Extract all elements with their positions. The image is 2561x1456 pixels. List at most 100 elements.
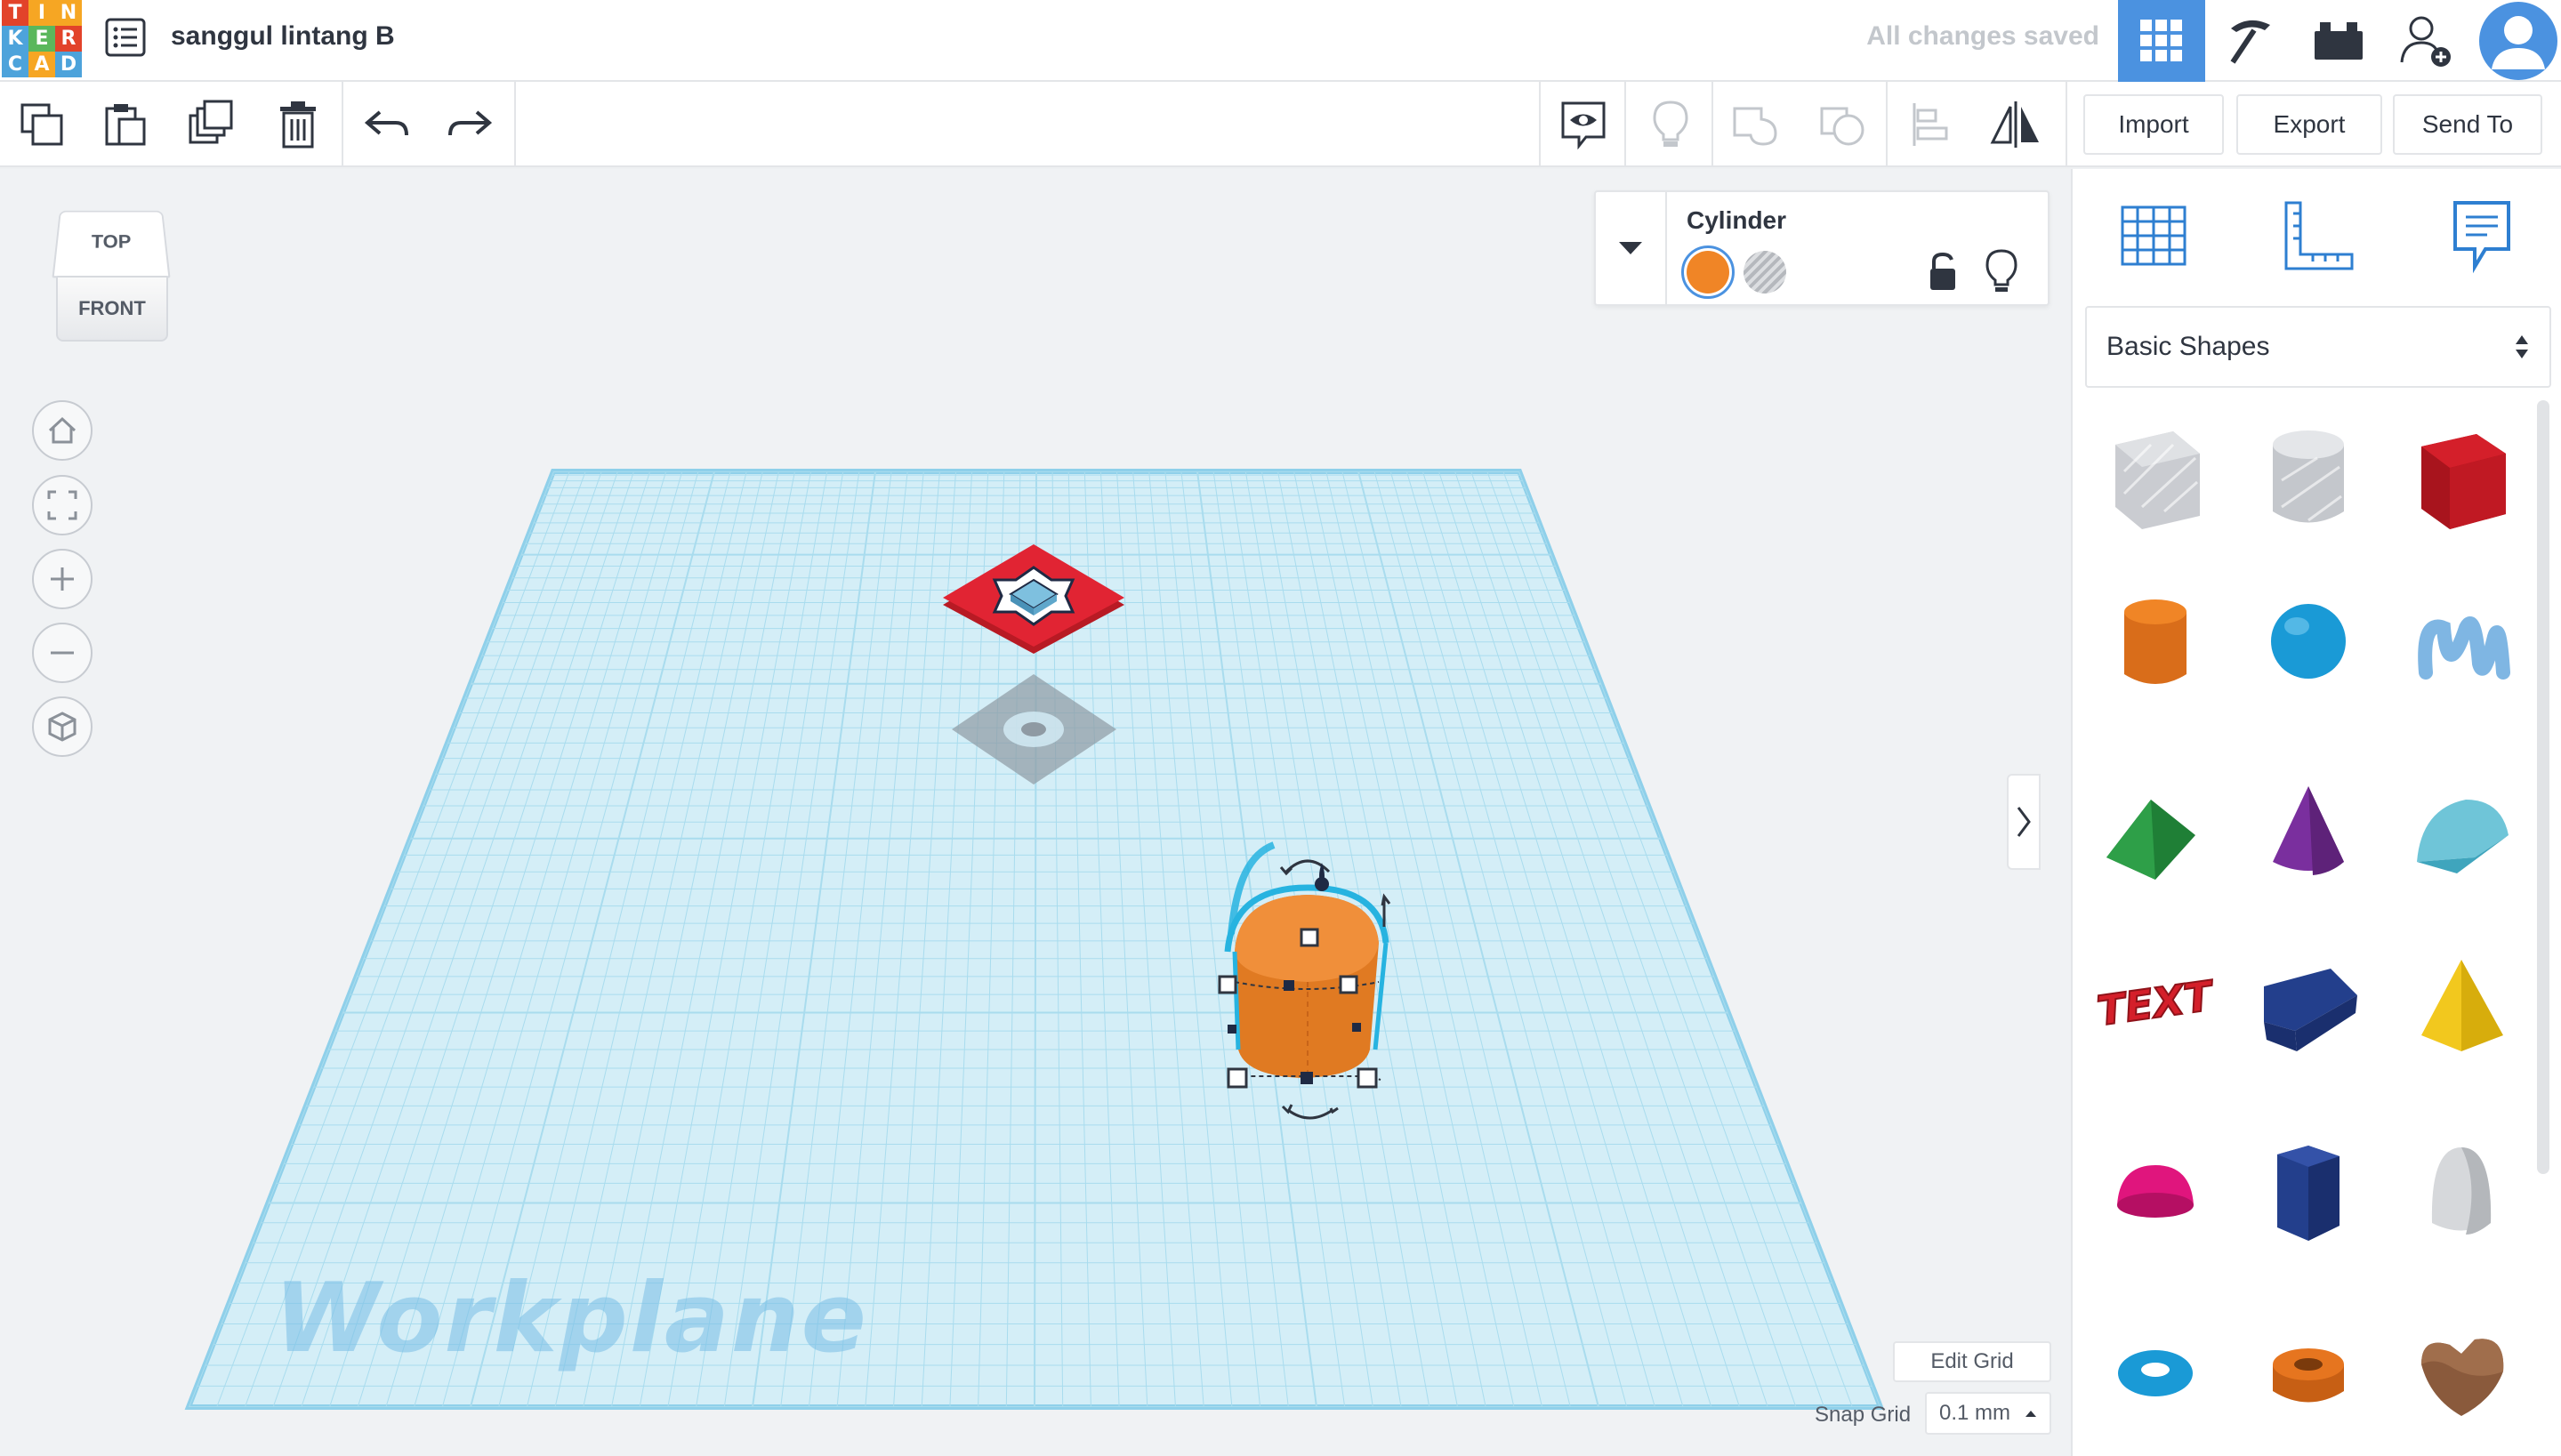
duplicate-icon[interactable] — [183, 96, 240, 153]
shape-tile-half-sphere[interactable] — [2089, 1121, 2222, 1254]
edit-toolbar: Import Export Send To — [0, 82, 2561, 167]
user-avatar[interactable] — [2476, 0, 2561, 82]
notes-tab[interactable] — [2433, 187, 2531, 285]
zoom-in-icon — [51, 567, 74, 591]
shape-preview-icon — [2273, 1348, 2344, 1403]
inspector-collapse-button[interactable] — [1596, 192, 1667, 304]
home-icon — [48, 416, 77, 444]
chevron-down-icon — [1619, 242, 1642, 254]
solid-color-fill — [1687, 251, 1729, 294]
notes-eye-icon[interactable] — [1555, 96, 1612, 153]
view-cube[interactable]: TOP FRONT — [49, 206, 173, 349]
shape-tile-cylinder[interactable] — [2089, 575, 2222, 708]
avatar-icon — [2479, 2, 2557, 80]
shape-library-label: Basic Shapes — [2106, 332, 2270, 361]
shape-preview-icon — [2421, 1339, 2504, 1416]
hole-swatch[interactable] — [1744, 251, 1786, 294]
shape-tile-text[interactable]: TEXT — [2089, 937, 2222, 1071]
logo-letter: T — [2, 0, 28, 26]
document-title[interactable]: sanggul lintang B — [171, 21, 395, 52]
ruler-tab[interactable] — [2270, 187, 2368, 285]
snap-grid-value: 0.1 mm — [1939, 1401, 2011, 1425]
view-cube-front[interactable]: FRONT — [56, 276, 168, 342]
zoom-out-button[interactable] — [32, 623, 93, 683]
bricks-button[interactable] — [2295, 0, 2382, 82]
shape-tile-roof[interactable] — [2089, 760, 2222, 893]
snap-grid-label: Snap Grid — [1815, 1403, 1912, 1427]
shape-library-select[interactable]: Basic Shapes — [2085, 306, 2551, 388]
save-status: All changes saved — [1866, 21, 2099, 51]
blocks-button[interactable] — [2207, 0, 2294, 82]
tinkercad-logo[interactable]: TIN KER CAD — [2, 0, 82, 78]
shape-tile-torus[interactable] — [2089, 1302, 2222, 1436]
svg-text:TEXT: TEXT — [2094, 971, 2218, 1035]
panel-collapse-handle[interactable] — [2007, 774, 2041, 870]
grid-icon — [2140, 20, 2182, 61]
visibility-bulb-icon[interactable] — [1984, 247, 2019, 295]
snap-grid-select[interactable]: 0.1 mm — [1925, 1392, 2051, 1435]
shape-tile-sphere[interactable] — [2242, 575, 2375, 708]
undo-icon[interactable] — [358, 96, 415, 153]
3d-design-button[interactable] — [2118, 0, 2205, 82]
pickaxe-icon — [2230, 20, 2270, 64]
shape-tile-scribble[interactable] — [2395, 575, 2528, 708]
logo-letter: C — [2, 52, 28, 77]
shape-tile-round-roof[interactable] — [2395, 760, 2528, 893]
shape-preview-icon — [2421, 960, 2503, 1051]
shape-tile-box-hole[interactable] — [2089, 409, 2222, 543]
mirror-icon[interactable] — [1987, 96, 2044, 153]
zoom-in-button[interactable] — [32, 549, 93, 609]
workplane-tab[interactable] — [2105, 187, 2203, 285]
delete-icon[interactable] — [270, 96, 326, 153]
brick-icon — [2315, 22, 2363, 60]
3d-viewport[interactable]: Workplane TOP FRONT Cylinder Edit Grid S… — [0, 169, 2071, 1456]
shape-tile-cylinder-hole[interactable] — [2242, 409, 2375, 543]
fit-view-button[interactable] — [32, 475, 93, 535]
shape-tile-wedge[interactable] — [2242, 937, 2375, 1071]
home-view-button[interactable] — [32, 400, 93, 461]
shape-tile-cone[interactable] — [2242, 760, 2375, 893]
logo-letter: A — [28, 52, 55, 77]
caret-up-icon — [2025, 1411, 2036, 1417]
group-icon[interactable] — [1727, 96, 1784, 153]
bulb-icon[interactable] — [1642, 96, 1699, 153]
logo-letter: E — [28, 26, 55, 52]
invite-user-button[interactable] — [2383, 0, 2470, 82]
paste-icon[interactable] — [96, 96, 153, 153]
design-list-icon[interactable] — [105, 18, 146, 57]
export-button[interactable]: Export — [2236, 94, 2382, 155]
view-cube-top[interactable]: TOP — [52, 210, 171, 278]
ungroup-icon[interactable] — [1815, 96, 1872, 153]
shape-preview-icon — [2106, 800, 2195, 880]
shape-tile-heart[interactable] — [2395, 1302, 2528, 1436]
logo-letter: N — [55, 0, 82, 26]
solid-color-swatch[interactable] — [1681, 245, 1735, 299]
edit-grid-button[interactable]: Edit Grid — [1893, 1341, 2051, 1382]
logo-letter: R — [55, 26, 82, 52]
logo-letter: I — [28, 0, 55, 26]
shape-preview-icon — [2117, 1165, 2194, 1218]
shape-tile-box[interactable] — [2395, 409, 2528, 543]
workplane-label: Workplane — [274, 1263, 868, 1374]
align-icon[interactable] — [1902, 96, 1959, 153]
shape-preview-icon — [2118, 1350, 2193, 1396]
send-to-button[interactable]: Send To — [2393, 94, 2542, 155]
shape-tile-polygon[interactable] — [2242, 1121, 2375, 1254]
lock-icon[interactable] — [1925, 251, 1961, 294]
redo-icon[interactable] — [441, 96, 498, 153]
top-bar: TIN KER CAD sanggul lintang B All changes … — [0, 0, 2561, 82]
copy-icon[interactable] — [13, 96, 70, 153]
perspective-button[interactable] — [32, 696, 93, 757]
shape-tile-tube[interactable] — [2242, 1302, 2375, 1436]
shape-tile-pyramid[interactable] — [2395, 937, 2528, 1071]
add-user-icon — [2400, 16, 2451, 67]
ruler-icon — [2284, 201, 2354, 270]
chevron-right-icon — [2017, 807, 2031, 837]
shape-tile-paraboloid[interactable] — [2395, 1121, 2528, 1254]
perspective-icon — [48, 712, 77, 742]
import-button[interactable]: Import — [2083, 94, 2224, 155]
shape-preview-icon — [2421, 434, 2506, 529]
shape-preview-icon — [2115, 431, 2200, 529]
panel-scrollbar[interactable] — [2537, 400, 2549, 1174]
shape-preview-icon — [2264, 969, 2357, 1051]
